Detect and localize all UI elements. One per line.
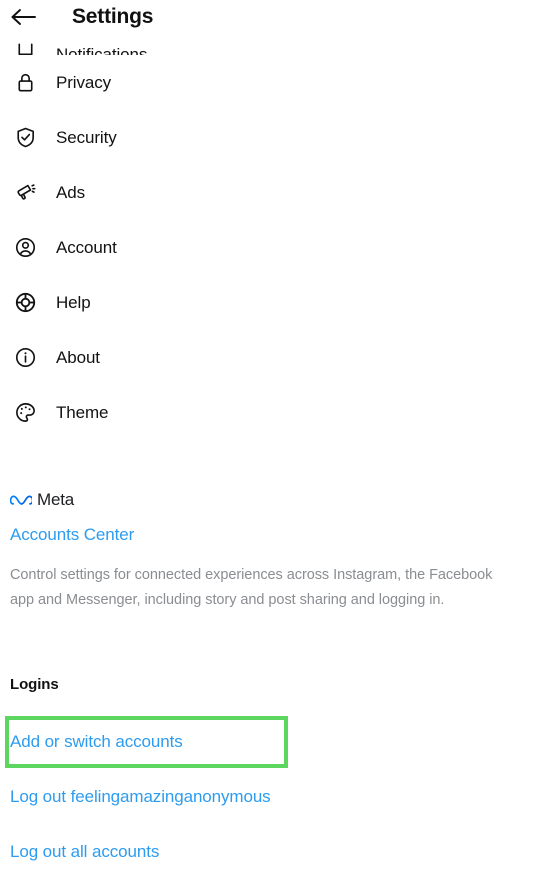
settings-row-theme[interactable]: Theme <box>0 385 534 440</box>
log-out-all-accounts-link[interactable]: Log out all accounts <box>10 842 159 862</box>
meta-infinity-icon <box>9 493 34 508</box>
settings-row-label: Theme <box>56 402 109 422</box>
settings-row-label: Ads <box>56 182 85 202</box>
settings-list: Notifications Privacy Security Ads Accou… <box>0 36 534 440</box>
settings-row-notifications[interactable]: Notifications <box>0 36 534 55</box>
settings-row-label: About <box>56 347 100 367</box>
meta-brand: Meta <box>9 488 524 512</box>
page-title: Settings <box>72 5 154 28</box>
megaphone-icon <box>10 178 40 208</box>
settings-row-label: Account <box>56 237 117 257</box>
accounts-center-link[interactable]: Accounts Center <box>10 525 524 545</box>
lifebuoy-icon <box>10 288 40 318</box>
account-person-icon <box>10 233 40 263</box>
info-circle-icon <box>10 343 40 373</box>
settings-row-label: Privacy <box>56 72 112 92</box>
meta-description: Control settings for connected experienc… <box>10 567 493 608</box>
logins-heading: Logins <box>10 676 59 693</box>
settings-row-security[interactable]: Security <box>0 110 534 165</box>
meta-section: Meta Accounts Center Control settings fo… <box>0 488 534 613</box>
log-out-user-link[interactable]: Log out feelingamazinganonymous <box>10 787 271 807</box>
meta-brand-name: Meta <box>37 490 74 509</box>
lock-icon <box>10 68 40 98</box>
settings-row-help[interactable]: Help <box>0 275 534 330</box>
settings-row-about[interactable]: About <box>0 330 534 385</box>
settings-row-label: Security <box>56 127 117 147</box>
notifications-bell-icon <box>10 36 40 55</box>
back-arrow-icon <box>11 9 36 25</box>
settings-row-label: Help <box>56 292 91 312</box>
palette-icon <box>10 398 40 428</box>
settings-row-label: Notifications <box>56 45 148 55</box>
settings-row-ads[interactable]: Ads <box>0 165 534 220</box>
settings-row-privacy[interactable]: Privacy <box>0 55 534 110</box>
settings-row-account[interactable]: Account <box>0 220 534 275</box>
logins-section: Logins Add or switch accounts Log out fe… <box>0 676 534 861</box>
shield-check-icon <box>10 123 40 153</box>
add-or-switch-accounts-link[interactable]: Add or switch accounts <box>10 732 183 752</box>
settings-screen: Settings Notifications Privacy Security … <box>0 0 534 871</box>
back-button[interactable] <box>8 2 38 32</box>
app-header: Settings <box>0 0 534 36</box>
